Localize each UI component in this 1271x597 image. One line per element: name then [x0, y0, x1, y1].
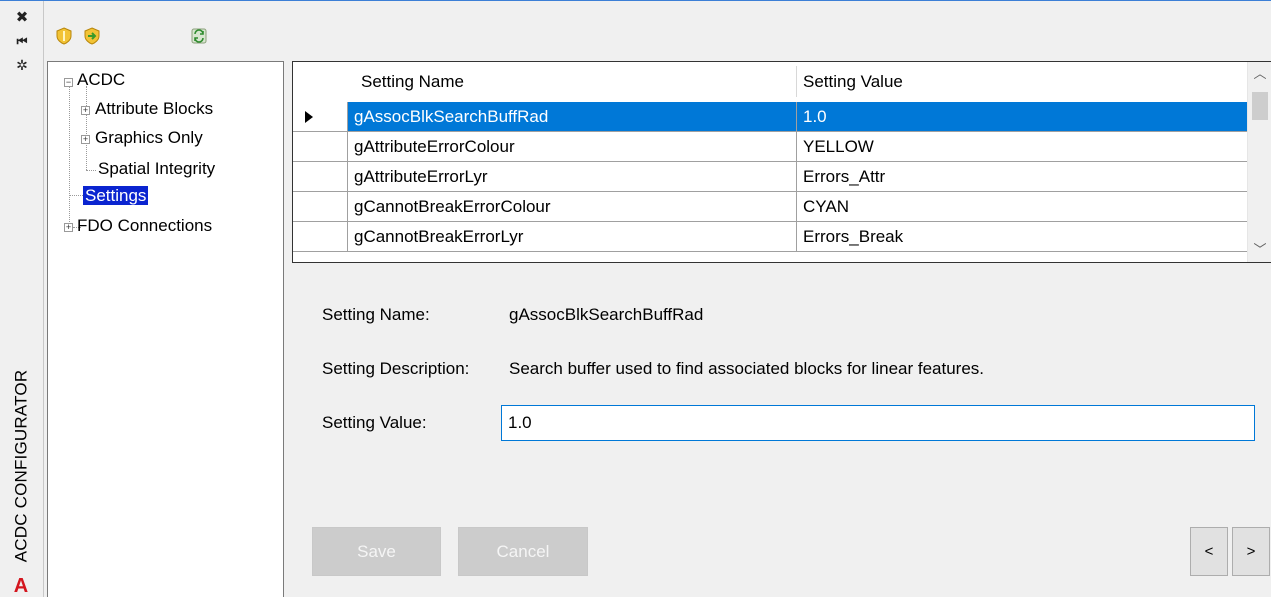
- tree-item-spatial-integrity[interactable]: Spatial Integrity: [98, 159, 215, 181]
- tree-item-fdo-connections[interactable]: FDO Connections: [77, 216, 212, 238]
- tree-item-graphics-only[interactable]: Graphics Only: [95, 128, 203, 150]
- expand-graphics-only-icon[interactable]: +: [81, 135, 90, 144]
- column-header-setting-name[interactable]: Setting Name: [355, 66, 785, 97]
- autocad-logo: A: [13, 575, 29, 597]
- setting-value-input[interactable]: [501, 405, 1255, 441]
- settings-grid: Setting Name Setting Value gAssocBlkSear…: [292, 61, 1271, 263]
- scroll-thumb[interactable]: [1252, 92, 1268, 120]
- cell-setting-value[interactable]: CYAN: [797, 192, 1248, 222]
- close-icon[interactable]: ✖: [12, 7, 32, 27]
- cell-setting-name[interactable]: gCannotBreakErrorLyr: [348, 222, 797, 252]
- row-selector[interactable]: [293, 222, 348, 252]
- palette-title: ACDC CONFIGURATOR: [11, 369, 31, 563]
- setting-description-value: Search buffer used to find associated bl…: [509, 359, 985, 378]
- save-button[interactable]: Save: [312, 527, 441, 576]
- toolbar: [46, 23, 346, 53]
- collapse-acdc-icon[interactable]: −: [64, 78, 73, 87]
- table-row[interactable]: gCannotBreakErrorLyr Errors_Break: [293, 222, 1248, 252]
- cell-setting-value[interactable]: 1.0: [797, 102, 1248, 132]
- tree-item-attribute-blocks[interactable]: Attribute Blocks: [95, 99, 213, 121]
- cell-setting-name[interactable]: gAssocBlkSearchBuffRad: [348, 102, 797, 132]
- setting-value-label: Setting Value:: [322, 413, 427, 432]
- cell-setting-name[interactable]: gCannotBreakErrorColour: [348, 192, 797, 222]
- navigation-tree: − ACDC + Attribute Blocks + Graphics Onl…: [47, 61, 284, 597]
- row-selector[interactable]: [293, 132, 348, 162]
- next-button[interactable]: >: [1232, 527, 1270, 576]
- row-selector[interactable]: [293, 162, 348, 192]
- setting-details-panel: Setting Name: gAssocBlkSearchBuffRad Set…: [292, 271, 1271, 597]
- table-row[interactable]: gCannotBreakErrorColour CYAN: [293, 192, 1248, 222]
- pin-icon[interactable]: ⏮: [12, 31, 32, 51]
- cell-setting-value[interactable]: Errors_Break: [797, 222, 1248, 252]
- shield-icon[interactable]: [55, 27, 73, 45]
- cancel-button[interactable]: Cancel: [458, 527, 588, 576]
- expand-attribute-blocks-icon[interactable]: +: [81, 106, 90, 115]
- cell-setting-name[interactable]: gAttributeErrorLyr: [348, 162, 797, 192]
- palette-strip: ✖ ⏮ ✲ ACDC CONFIGURATOR A: [0, 1, 44, 597]
- setting-name-label: Setting Name:: [322, 305, 430, 324]
- table-row[interactable]: gAttributeErrorColour YELLOW: [293, 132, 1248, 162]
- row-selector-icon[interactable]: [293, 102, 348, 132]
- row-selector[interactable]: [293, 192, 348, 222]
- column-header-setting-value[interactable]: Setting Value: [803, 66, 1243, 97]
- setting-description-label: Setting Description:: [322, 359, 470, 378]
- cell-setting-value[interactable]: YELLOW: [797, 132, 1248, 162]
- scroll-down-icon[interactable]: ﹀: [1248, 238, 1271, 262]
- expand-fdo-connections-icon[interactable]: +: [64, 223, 73, 232]
- table-row[interactable]: gAssocBlkSearchBuffRad 1.0: [293, 102, 1248, 132]
- table-row[interactable]: gAttributeErrorLyr Errors_Attr: [293, 162, 1248, 192]
- panel-splitter[interactable]: [285, 61, 290, 597]
- cell-setting-name[interactable]: gAttributeErrorColour: [348, 132, 797, 162]
- tree-item-acdc[interactable]: ACDC: [77, 70, 125, 92]
- setting-name-value: gAssocBlkSearchBuffRad: [509, 305, 704, 324]
- cell-setting-value[interactable]: Errors_Attr: [797, 162, 1248, 192]
- refresh-icon[interactable]: [190, 27, 208, 45]
- shield-arrow-icon[interactable]: [83, 27, 101, 45]
- properties-icon[interactable]: ✲: [12, 55, 32, 75]
- grid-vertical-scrollbar[interactable]: ︿ ﹀: [1247, 62, 1271, 262]
- tree-item-settings[interactable]: Settings: [83, 186, 149, 208]
- acdc-configurator-window: ✖ ⏮ ✲ ACDC CONFIGURATOR A − ACDC + Attri…: [0, 0, 1271, 597]
- scroll-up-icon[interactable]: ︿: [1248, 62, 1271, 86]
- previous-button[interactable]: <: [1190, 527, 1228, 576]
